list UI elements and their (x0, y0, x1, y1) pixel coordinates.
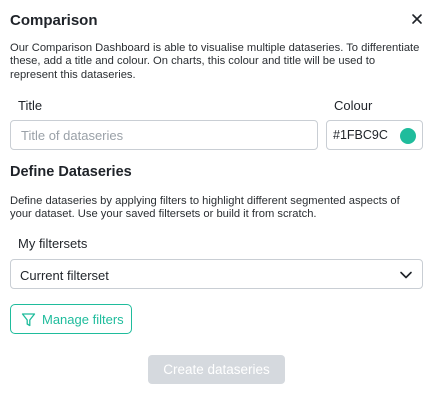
comparison-dialog: Comparison Our Comparison Dashboard is a… (0, 0, 432, 394)
filtersets-label: My filtersets (18, 236, 88, 251)
manage-filters-label: Manage filters (42, 312, 124, 327)
define-dataseries-heading: Define Dataseries (10, 164, 132, 180)
funnel-icon (21, 312, 36, 333)
colour-swatch[interactable] (400, 128, 416, 144)
dialog-description: Our Comparison Dashboard is able to visu… (10, 42, 420, 81)
filterset-selected-value: Current filterset (20, 268, 109, 283)
title-input[interactable] (11, 121, 317, 149)
chevron-down-icon[interactable] (399, 268, 413, 287)
colour-picker[interactable]: #1FBC9C (326, 120, 423, 150)
colour-value[interactable]: #1FBC9C (333, 128, 388, 142)
manage-filters-button[interactable]: Manage filters (10, 304, 132, 334)
title-field[interactable] (10, 120, 318, 150)
colour-label: Colour (334, 98, 373, 113)
filterset-select[interactable]: Current filterset (10, 259, 423, 289)
dataseries-description: Define dataseries by applying filters to… (10, 195, 400, 221)
create-dataseries-button[interactable]: Create dataseries (148, 355, 285, 384)
dialog-title: Comparison (10, 12, 98, 29)
close-icon[interactable] (408, 10, 426, 28)
title-label: Title (18, 98, 43, 113)
